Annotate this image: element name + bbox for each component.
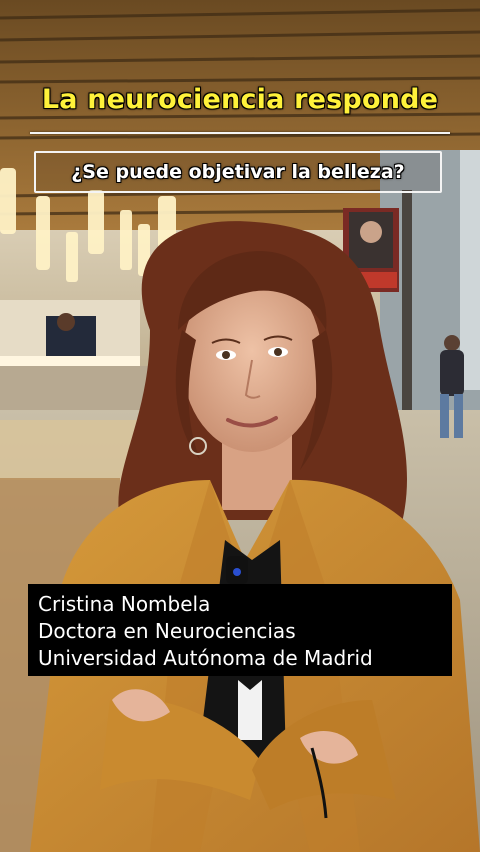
question-box: ¿Se puede objetivar la belleza? <box>34 151 442 193</box>
headline-divider <box>30 132 450 134</box>
speaker-role: Doctora en Neurociencias <box>38 619 296 643</box>
speaker-institution: Universidad Autónoma de Madrid <box>38 646 373 670</box>
lower-third-caption: Cristina Nombela Doctora en Neurociencia… <box>28 584 452 676</box>
headline-title: La neurociencia responde <box>41 84 439 115</box>
speaker-name: Cristina Nombela <box>38 592 211 616</box>
video-frame <box>0 0 480 852</box>
question-text: ¿Se puede objetivar la belleza? <box>71 161 405 183</box>
